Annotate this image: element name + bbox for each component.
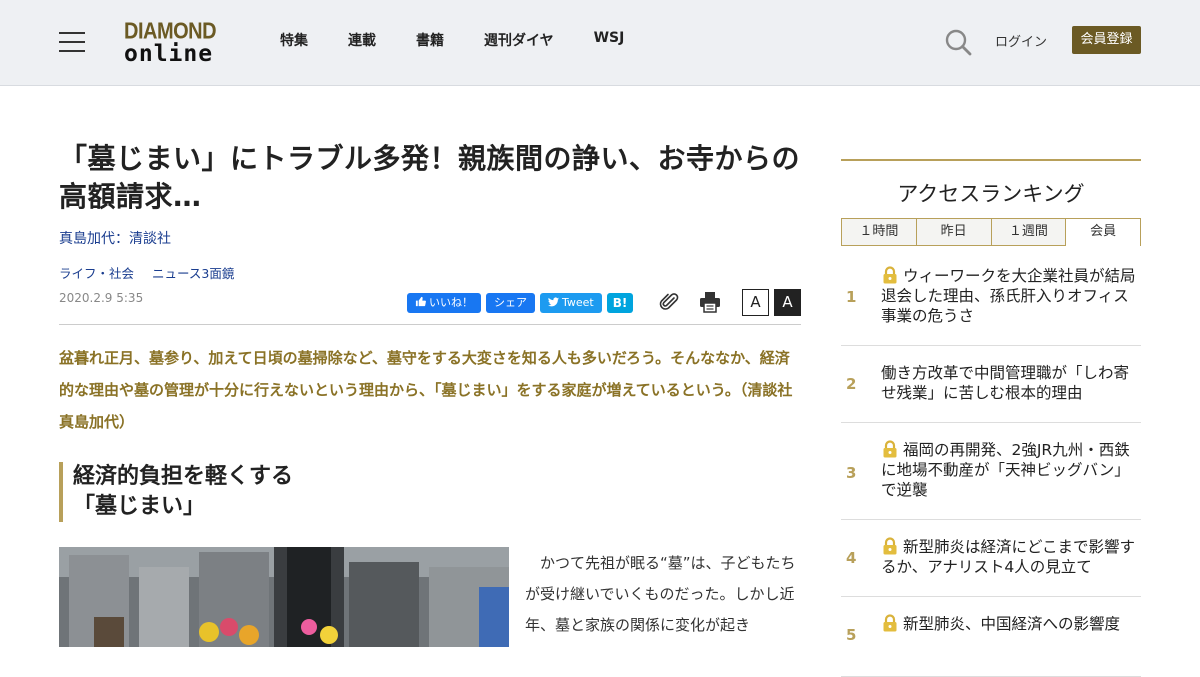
ranking-number: 4 bbox=[846, 549, 857, 567]
lock-icon bbox=[883, 440, 897, 458]
subheading-line-1: 経済的負担を軽くする bbox=[73, 464, 294, 489]
font-size-large-button[interactable]: A bbox=[774, 289, 801, 316]
main-nav: 特集 連載 書籍 週刊ダイヤ WSJ bbox=[280, 30, 664, 50]
ranking-item-title: 働き方改革で中間管理職が「しわ寄せ残業」に苦しむ根本的理由 bbox=[881, 363, 1139, 403]
article-body: かつて先祖が眠る“墓”は、子どもたちが受け継いでいくものだった。しかし近年、墓と… bbox=[525, 554, 796, 634]
nav-item-weekly-diamond[interactable]: 週刊ダイヤ bbox=[484, 30, 554, 50]
tab-1-week[interactable]: １週間 bbox=[991, 218, 1067, 246]
ranking-number: 3 bbox=[846, 464, 857, 482]
article-subheading: 経済的負担を軽くする 「墓じまい」 bbox=[59, 462, 459, 522]
ranking-tabs: １時間 昨日 １週間 会員 bbox=[841, 218, 1141, 246]
ranking-item-text: 新型肺炎、中国経済への影響度 bbox=[903, 615, 1121, 633]
font-size-small-button[interactable]: A bbox=[742, 289, 769, 316]
tweet-label: Tweet bbox=[562, 296, 594, 309]
tab-members[interactable]: 会員 bbox=[1066, 218, 1141, 246]
article-date: 2020.2.9 5:35 bbox=[59, 291, 144, 305]
ranking-item-title: 新型肺炎は経済にどこまで影響するか、アナリスト4人の見立て bbox=[881, 537, 1139, 577]
divider bbox=[59, 324, 801, 325]
paperclip-icon[interactable] bbox=[658, 291, 680, 313]
ranking-item-title: ウィーワークを大企業社員が結局退会した理由、孫氏肝入りオフィス事業の危うさ bbox=[881, 266, 1139, 326]
ranking-item-text: 福岡の再開発、2強JR九州・西鉄に地場不動産が「天神ビッグバン」で逆襲 bbox=[881, 441, 1130, 499]
tab-yesterday[interactable]: 昨日 bbox=[916, 218, 992, 246]
site-header: DIAMOND online 特集 連載 書籍 週刊ダイヤ WSJ ログイン 会… bbox=[0, 0, 1200, 86]
ranking-item[interactable]: 2 働き方改革で中間管理職が「しわ寄せ残業」に苦しむ根本的理由 bbox=[841, 346, 1141, 423]
ranking-item-text: ウィーワークを大企業社員が結局退会した理由、孫氏肝入りオフィス事業の危うさ bbox=[881, 267, 1136, 325]
lock-icon bbox=[883, 537, 897, 555]
nav-item-shoseki[interactable]: 書籍 bbox=[416, 30, 444, 50]
ranking-item-text: 働き方改革で中間管理職が「しわ寄せ残業」に苦しむ根本的理由 bbox=[881, 364, 1130, 402]
facebook-share-button[interactable]: シェア bbox=[486, 293, 535, 313]
twitter-bird-icon bbox=[548, 297, 559, 307]
thumbs-up-icon bbox=[415, 296, 426, 307]
article-lead: 盆暮れ正月、墓参り、加えて日頃の墓掃除など、墓守をする大変さを知る人も多いだろう… bbox=[59, 349, 808, 431]
ranking-number: 1 bbox=[846, 288, 857, 306]
ranking-item[interactable]: 3 福岡の再開発、2強JR九州・西鉄に地場不動産が「天神ビッグバン」で逆襲 bbox=[841, 423, 1141, 520]
tag-news-sanmenkyo[interactable]: ニュース3面鏡 bbox=[152, 266, 234, 281]
ranking-item[interactable]: 1 ウィーワークを大企業社員が結局退会した理由、孫氏肝入りオフィス事業の危うさ bbox=[841, 246, 1141, 346]
ranking-title: アクセスランキング bbox=[897, 182, 1085, 206]
tab-1-hour[interactable]: １時間 bbox=[841, 218, 917, 246]
ranking-item-text: 新型肺炎は経済にどこまで影響するか、アナリスト4人の見立て bbox=[881, 538, 1136, 576]
logo-top-text: DIAMOND bbox=[124, 18, 217, 45]
search-icon[interactable] bbox=[944, 28, 972, 56]
print-icon[interactable] bbox=[699, 291, 721, 313]
logo-bottom-text: online bbox=[124, 41, 214, 67]
article-tags: ライフ・社会 ニュース3面鏡 bbox=[59, 263, 248, 282]
ranking-item[interactable]: 5 新型肺炎、中国経済への影響度 bbox=[841, 597, 1141, 677]
ranking-item-title: 福岡の再開発、2強JR九州・西鉄に地場不動産が「天神ビッグバン」で逆襲 bbox=[881, 440, 1139, 500]
like-label: いいね！ bbox=[429, 296, 473, 309]
site-logo[interactable]: DIAMOND online bbox=[124, 20, 228, 66]
tweet-button[interactable]: Tweet bbox=[540, 293, 602, 313]
access-ranking: アクセスランキング １時間 昨日 １週間 会員 bbox=[841, 159, 1141, 246]
grave-photo bbox=[59, 547, 509, 647]
nav-item-wsj[interactable]: WSJ bbox=[594, 30, 625, 50]
tag-life-society[interactable]: ライフ・社会 bbox=[59, 266, 134, 281]
login-link[interactable]: ログイン bbox=[995, 31, 1047, 50]
nav-item-rensai[interactable]: 連載 bbox=[348, 30, 376, 50]
hatena-bookmark-button[interactable]: B! bbox=[606, 293, 634, 313]
article-author[interactable]: 真島加代：清談社 bbox=[59, 228, 171, 248]
nav-item-tokushu[interactable]: 特集 bbox=[280, 30, 308, 50]
register-button[interactable]: 会員登録 bbox=[1072, 26, 1141, 54]
lock-icon bbox=[883, 614, 897, 632]
ranking-number: 5 bbox=[846, 626, 857, 644]
share-buttons: いいね！ シェア Tweet B! bbox=[407, 293, 634, 313]
ranking-item-title: 新型肺炎、中国経済への影響度 bbox=[881, 614, 1139, 634]
subheading-line-2: 「墓じまい」 bbox=[73, 494, 206, 519]
ranking-top-border bbox=[841, 159, 1141, 161]
menu-icon[interactable] bbox=[59, 32, 85, 52]
ranking-number: 2 bbox=[846, 375, 857, 393]
lock-icon bbox=[883, 266, 897, 284]
facebook-like-button[interactable]: いいね！ bbox=[407, 293, 481, 313]
article-title: 「墓じまい」にトラブル多発！親族間の諍い、お寺からの高額請求… bbox=[59, 142, 801, 213]
ranking-item[interactable]: 4 新型肺炎は経済にどこまで影響するか、アナリスト4人の見立て bbox=[841, 520, 1141, 597]
